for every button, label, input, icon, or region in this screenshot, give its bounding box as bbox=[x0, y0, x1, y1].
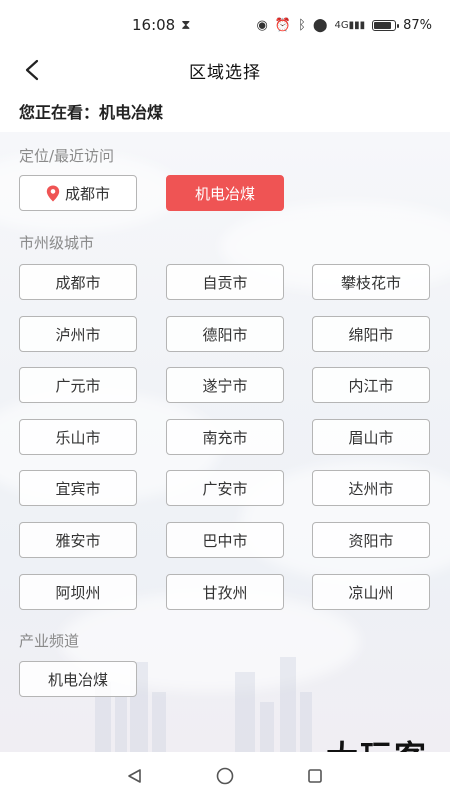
page-title: 区域选择 bbox=[189, 62, 261, 83]
battery-icon bbox=[372, 19, 400, 31]
city-label: 达州市 bbox=[348, 479, 394, 498]
current-viewing: 您正在看： 机电冶煤 bbox=[0, 91, 450, 131]
city-label: 内江市 bbox=[348, 376, 394, 395]
location-icon: ⬤ bbox=[312, 17, 328, 33]
city-button[interactable]: 遂宁市 bbox=[166, 367, 284, 403]
city-button[interactable]: 阿坝州 bbox=[19, 574, 137, 610]
city-label: 凉山州 bbox=[348, 583, 394, 602]
signal-icon: 4G▮▮▮ bbox=[334, 19, 366, 31]
nav-recents-icon[interactable] bbox=[307, 768, 323, 784]
city-button[interactable]: 眉山市 bbox=[312, 419, 430, 455]
chevron-left-icon bbox=[25, 59, 39, 81]
current-value: 机电冶煤 bbox=[99, 103, 164, 122]
status-time: 16:08 bbox=[132, 16, 176, 34]
battery-percent: 87% bbox=[403, 17, 432, 33]
city-label: 德阳市 bbox=[202, 325, 248, 344]
system-nav-bar bbox=[0, 752, 450, 800]
city-button[interactable]: 广元市 bbox=[19, 367, 137, 403]
city-label: 巴中市 bbox=[202, 531, 248, 550]
city-label: 自贡市 bbox=[202, 273, 248, 292]
location-city-button[interactable]: 成都市 bbox=[19, 175, 137, 211]
city-button[interactable]: 绵阳市 bbox=[312, 316, 430, 352]
recent-item-button[interactable]: 机电冶煤 bbox=[166, 175, 284, 211]
city-button[interactable]: 乐山市 bbox=[19, 419, 137, 455]
city-button[interactable]: 攀枝花市 bbox=[312, 264, 430, 300]
city-button[interactable]: 南充市 bbox=[166, 419, 284, 455]
city-button[interactable]: 成都市 bbox=[19, 264, 137, 300]
city-label: 绵阳市 bbox=[348, 325, 394, 344]
city-label: 宜宾市 bbox=[55, 479, 101, 498]
city-label: 眉山市 bbox=[348, 428, 394, 447]
location-city-label: 成都市 bbox=[64, 184, 110, 203]
nav-home-icon[interactable] bbox=[216, 767, 234, 785]
industry-item-label: 机电冶煤 bbox=[47, 670, 108, 689]
recent-item-label: 机电冶煤 bbox=[194, 184, 255, 203]
city-label: 成都市 bbox=[55, 273, 101, 292]
bluetooth-icon: ᛒ bbox=[298, 17, 306, 33]
city-label: 广元市 bbox=[55, 376, 101, 395]
city-label: 遂宁市 bbox=[202, 376, 248, 395]
city-button[interactable]: 凉山州 bbox=[312, 574, 430, 610]
city-label: 甘孜州 bbox=[202, 583, 248, 602]
status-bar: 16:08 ⧗ ◉ ⏰ ᛒ ⬤ 4G▮▮▮ 87% bbox=[0, 0, 450, 50]
city-button[interactable]: 巴中市 bbox=[166, 522, 284, 558]
nav-back-icon[interactable] bbox=[127, 768, 143, 784]
current-label: 您正在看： bbox=[19, 103, 100, 122]
location-pin-icon bbox=[46, 185, 60, 202]
section-label-industry: 产业频道 bbox=[19, 632, 80, 650]
city-button[interactable]: 宜宾市 bbox=[19, 470, 137, 506]
header-bar: 区域选择 bbox=[0, 50, 450, 90]
eye-icon: ◉ bbox=[256, 17, 268, 33]
city-button[interactable]: 甘孜州 bbox=[166, 574, 284, 610]
industry-item-button[interactable]: 机电冶煤 bbox=[19, 661, 137, 697]
back-button[interactable] bbox=[18, 54, 46, 86]
city-button[interactable]: 资阳市 bbox=[312, 522, 430, 558]
city-label: 资阳市 bbox=[348, 531, 394, 550]
section-label-recent: 定位/最近访问 bbox=[19, 147, 115, 165]
city-label: 攀枝花市 bbox=[340, 273, 401, 292]
city-button[interactable]: 内江市 bbox=[312, 367, 430, 403]
section-label-cities: 市州级城市 bbox=[19, 234, 95, 252]
city-button[interactable]: 自贡市 bbox=[166, 264, 284, 300]
city-label: 南充市 bbox=[202, 428, 248, 447]
alarm-icon: ⏰ bbox=[274, 17, 292, 33]
city-button[interactable]: 德阳市 bbox=[166, 316, 284, 352]
city-label: 乐山市 bbox=[55, 428, 101, 447]
city-label: 雅安市 bbox=[55, 531, 101, 550]
city-button[interactable]: 达州市 bbox=[312, 470, 430, 506]
network-type: 4G bbox=[334, 19, 349, 31]
city-label: 泸州市 bbox=[55, 325, 101, 344]
city-button[interactable]: 广安市 bbox=[166, 470, 284, 506]
city-label: 广安市 bbox=[202, 479, 248, 498]
city-button[interactable]: 泸州市 bbox=[19, 316, 137, 352]
city-label: 阿坝州 bbox=[55, 583, 101, 602]
city-button[interactable]: 雅安市 bbox=[19, 522, 137, 558]
hourglass-icon: ⧗ bbox=[181, 17, 191, 33]
